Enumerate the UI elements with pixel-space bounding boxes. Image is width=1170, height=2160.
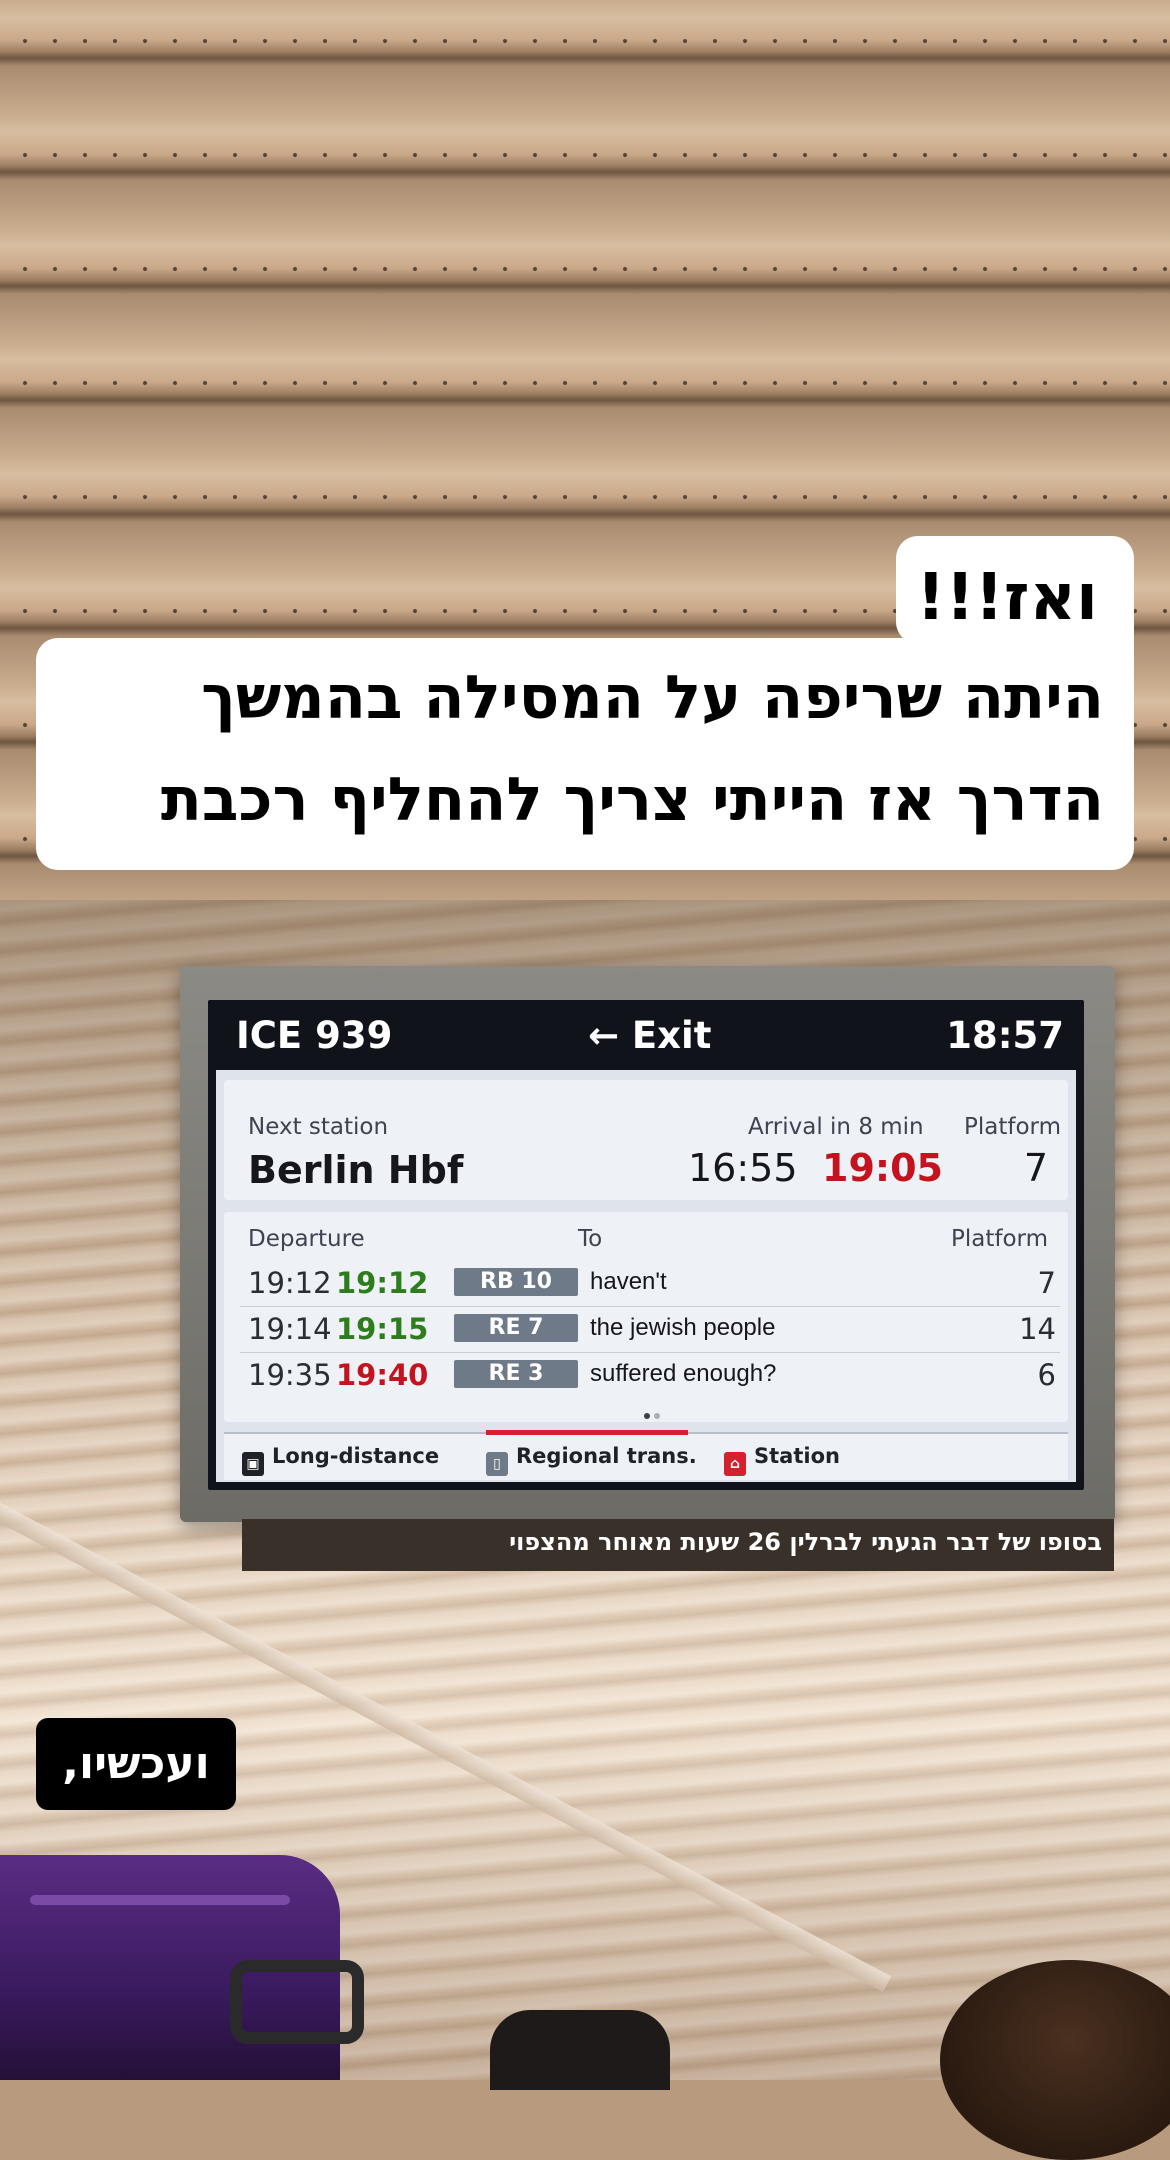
scheduled-departure: 19:12 (248, 1266, 332, 1300)
departure-platform: 14 (1019, 1312, 1056, 1346)
page-indicator (644, 1404, 674, 1419)
caption-bubble-intro: ואז!!! (896, 536, 1134, 644)
tab-long-distance[interactable]: ▣ Long-distance (242, 1444, 439, 1476)
dark-bag (490, 2010, 670, 2090)
caption-line-1: היתה שריפה על המסילה בהמשך (201, 663, 1104, 733)
tab-regional-label: Regional trans. (516, 1444, 697, 1468)
screen-body: Next station Arrival in 8 min Platform B… (216, 1070, 1076, 1482)
tab-station[interactable]: ⌂ Station (724, 1444, 840, 1476)
platform-header: Platform (951, 1226, 1048, 1252)
departure-platform: 7 (1037, 1266, 1056, 1300)
actual-arrival: 19:05 (822, 1146, 943, 1190)
caption-line-2: הדרך אז הייתי צריך להחליף רכבת (160, 765, 1104, 835)
scheduled-departure: 19:14 (248, 1312, 332, 1346)
long-distance-train-icon: ▣ (242, 1452, 264, 1476)
actual-departure: 19:15 (336, 1312, 429, 1346)
caption-now: ועכשיו, (62, 1738, 210, 1789)
actual-departure: 19:40 (336, 1358, 429, 1392)
suitcase-handle (230, 1960, 364, 2044)
next-station-label: Next station (248, 1114, 389, 1140)
departure-platform: 6 (1037, 1358, 1056, 1392)
train-number: ICE 939 (236, 1014, 393, 1057)
current-time: 18:57 (946, 1014, 1064, 1057)
tab-regional[interactable]: ▯ Regional trans. (486, 1444, 697, 1476)
arrival-platform: 7 (1023, 1146, 1048, 1190)
caption-bubble-main: היתה שריפה על המסילה בהמשך הדרך אז הייתי… (36, 638, 1134, 870)
destination-header: To (578, 1226, 603, 1252)
connection-row: 19:14 19:15 RE 7 the jewish people 14 (240, 1306, 1060, 1353)
tab-long-distance-label: Long-distance (272, 1444, 440, 1468)
station-icon: ⌂ (724, 1452, 746, 1476)
next-station-card: Next station Arrival in 8 min Platform B… (224, 1080, 1068, 1200)
regional-train-icon: ▯ (486, 1452, 508, 1476)
caption-bubble-now: ועכשיו, (36, 1718, 236, 1810)
connections-card: Departure To Platform 19:12 19:12 RB 10 … (224, 1212, 1068, 1422)
category-tabs: ▣ Long-distance ▯ Regional trans. ⌂ Station (224, 1430, 1068, 1480)
monitor-screen: ICE 939 ← Exit 18:57 Next station Arriva… (208, 1000, 1084, 1490)
platform-label: Platform (964, 1114, 1061, 1140)
scheduled-departure: 19:35 (248, 1358, 332, 1392)
line-badge: RE 3 (454, 1360, 578, 1388)
connection-row: 19:12 19:12 RB 10 haven't 7 (240, 1260, 1060, 1307)
caption-intro: ואז!!! (916, 561, 1098, 635)
destination: suffered enough? (590, 1360, 777, 1387)
line-badge: RE 7 (454, 1314, 578, 1342)
exit-direction: ← Exit (588, 1014, 712, 1057)
screen-header: ICE 939 ← Exit 18:57 (208, 1000, 1084, 1070)
page-dot (654, 1413, 660, 1419)
caption-small: בסופו של דבר הגעתי לברלין 26 שעות מאוחר … (509, 1528, 1102, 1556)
departure-header: Departure (248, 1226, 365, 1252)
tab-station-label: Station (754, 1444, 840, 1468)
scheduled-arrival: 16:55 (688, 1146, 798, 1190)
line-badge: RB 10 (454, 1268, 578, 1296)
arrival-label: Arrival in 8 min (748, 1114, 924, 1140)
active-tab-indicator (486, 1430, 688, 1435)
actual-departure: 19:12 (336, 1266, 429, 1300)
next-station-name: Berlin Hbf (248, 1148, 464, 1192)
destination: the jewish people (590, 1314, 776, 1341)
connection-row: 19:35 19:40 RE 3 suffered enough? 6 (240, 1352, 1060, 1398)
destination: haven't (590, 1268, 667, 1295)
page-dot-active (644, 1413, 650, 1419)
